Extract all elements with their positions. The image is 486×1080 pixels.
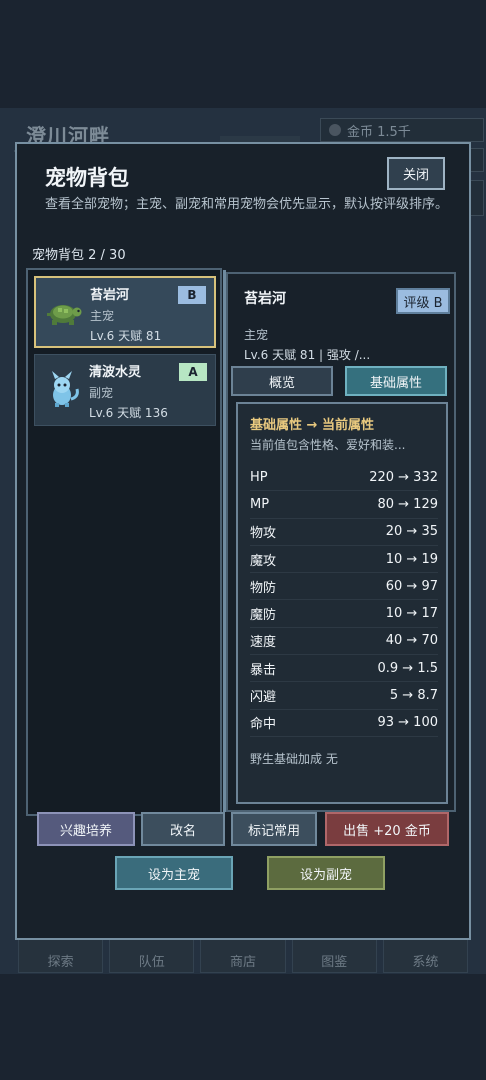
- attribute-name: 物防: [250, 580, 277, 596]
- pet-role: 主宠: [90, 309, 115, 323]
- interest-training-button[interactable]: 兴趣培养: [37, 812, 135, 846]
- pet-name: 清波水灵: [89, 365, 142, 380]
- wild-bonus: 野生基础加成 无: [250, 752, 338, 766]
- attribute-row: 物防 60 → 97: [250, 573, 438, 601]
- attribute-name: 魔防: [250, 608, 277, 624]
- attribute-row: 速度 40 → 70: [250, 628, 438, 656]
- attribute-row: 物攻 20 → 35: [250, 519, 438, 546]
- attribute-row: 命中 93 → 100: [250, 710, 438, 737]
- top-bar: [0, 0, 486, 108]
- modal-title: 宠物背包: [45, 166, 129, 190]
- gold-amount: 金币 1.5千: [347, 124, 411, 140]
- attribute-value: 5 → 8.7: [389, 688, 438, 704]
- bottom-nav: 探索 队伍 商店 图鉴 系统: [14, 935, 472, 973]
- attribute-name: 魔攻: [250, 553, 277, 569]
- attribute-name: 闪避: [250, 690, 277, 706]
- pet-stats: Lv.6 天赋 136: [89, 406, 168, 420]
- pet-stats: Lv.6 天赋 81: [90, 329, 162, 343]
- nav-explore[interactable]: 探索: [18, 935, 104, 973]
- pet-card-0[interactable]: 苔岩河 主宠 Lv.6 天赋 81 B: [34, 276, 216, 348]
- turtle-icon: [47, 305, 82, 325]
- coin-icon: [329, 124, 341, 136]
- pet-card-1[interactable]: 清波水灵 副宠 Lv.6 天赋 136 A: [34, 354, 216, 426]
- tab-basic-attributes[interactable]: 基础属性: [345, 366, 447, 396]
- tab-overview[interactable]: 概览: [231, 366, 333, 396]
- grade-badge: B: [178, 286, 206, 304]
- nav-shop[interactable]: 商店: [200, 935, 286, 973]
- attribute-box: 基础属性 → 当前属性 当前值包含性格、爱好和装... HP 220 → 332 …: [236, 402, 448, 804]
- pet-bag-modal: 宠物背包 关闭 查看全部宠物；主宠、副宠和常用宠物会优先显示，默认按评级排序。 …: [15, 142, 471, 940]
- attribute-row: 闪避 5 → 8.7: [250, 682, 438, 710]
- attribute-row: 暴击 0.9 → 1.5: [250, 655, 438, 683]
- mark-favorite-button[interactable]: 标记常用: [231, 812, 317, 846]
- set-sub-pet-button[interactable]: 设为副宠: [267, 856, 385, 890]
- pet-detail-panel: 苔岩河 评级 B 主宠 Lv.6 天赋 81 | 强攻 /... 概览 基础属性…: [226, 272, 456, 812]
- attribute-row: 魔攻 10 → 19: [250, 546, 438, 574]
- attribute-value: 93 → 100: [377, 715, 438, 731]
- detail-pet-name: 苔岩河: [244, 291, 286, 307]
- pet-count: 宠物背包 2 / 30: [32, 248, 126, 263]
- nav-system[interactable]: 系统: [382, 935, 469, 973]
- detail-role: 主宠: [244, 328, 269, 342]
- attribute-value: 10 → 17: [385, 606, 438, 622]
- attribute-name: 命中: [250, 717, 277, 733]
- pet-name: 苔岩河: [90, 288, 130, 303]
- attribute-value: 10 → 19: [385, 551, 438, 567]
- attribute-name: 速度: [250, 635, 277, 651]
- attribute-value: 0.9 → 1.5: [377, 660, 438, 676]
- attribute-row: 魔防 10 → 17: [250, 600, 438, 628]
- water-spirit-icon: [52, 371, 79, 407]
- grade-badge: A: [179, 363, 207, 381]
- attribute-name: HP: [250, 469, 268, 485]
- rename-button[interactable]: 改名: [141, 812, 225, 846]
- attribute-row: MP 80 → 129: [250, 491, 438, 519]
- pet-role: 副宠: [89, 386, 114, 400]
- attribute-list: HP 220 → 332 MP 80 → 129 物攻 20 → 35 魔攻 10 → …: [250, 464, 438, 737]
- background-widget: [470, 148, 484, 172]
- attribute-value: 40 → 70: [385, 633, 438, 649]
- modal-description: 查看全部宠物；主宠、副宠和常用宠物会优先显示，默认按评级排序。: [45, 197, 449, 212]
- attribute-name: MP: [250, 496, 270, 512]
- attribute-heading: 基础属性 → 当前属性: [250, 418, 374, 433]
- nav-team[interactable]: 队伍: [109, 935, 195, 973]
- nav-codex[interactable]: 图鉴: [291, 935, 377, 973]
- attribute-value: 20 → 35: [385, 524, 438, 540]
- attribute-value: 220 → 332: [369, 469, 438, 485]
- set-main-pet-button[interactable]: 设为主宠: [115, 856, 233, 890]
- attribute-subtitle: 当前值包含性格、爱好和装...: [250, 438, 406, 452]
- attribute-value: 80 → 129: [377, 496, 438, 512]
- attribute-row: HP 220 → 332: [250, 464, 438, 492]
- detail-grade-badge: 评级 B: [396, 288, 450, 314]
- attribute-value: 60 → 97: [385, 578, 438, 594]
- attribute-name: 物攻: [250, 526, 277, 542]
- pet-list[interactable]: 苔岩河 主宠 Lv.6 天赋 81 B 清波水灵 副宠 Lv.6 天赋 136 …: [26, 268, 222, 816]
- attribute-name: 暴击: [250, 662, 277, 678]
- gold-display: 金币 1.5千: [320, 118, 484, 142]
- bottom-bar: [0, 974, 486, 1080]
- sell-button[interactable]: 出售 +20 金币: [325, 812, 449, 846]
- close-button[interactable]: 关闭: [387, 157, 445, 190]
- background-widget: [470, 180, 484, 216]
- detail-stats: Lv.6 天赋 81 | 强攻 /...: [244, 348, 371, 362]
